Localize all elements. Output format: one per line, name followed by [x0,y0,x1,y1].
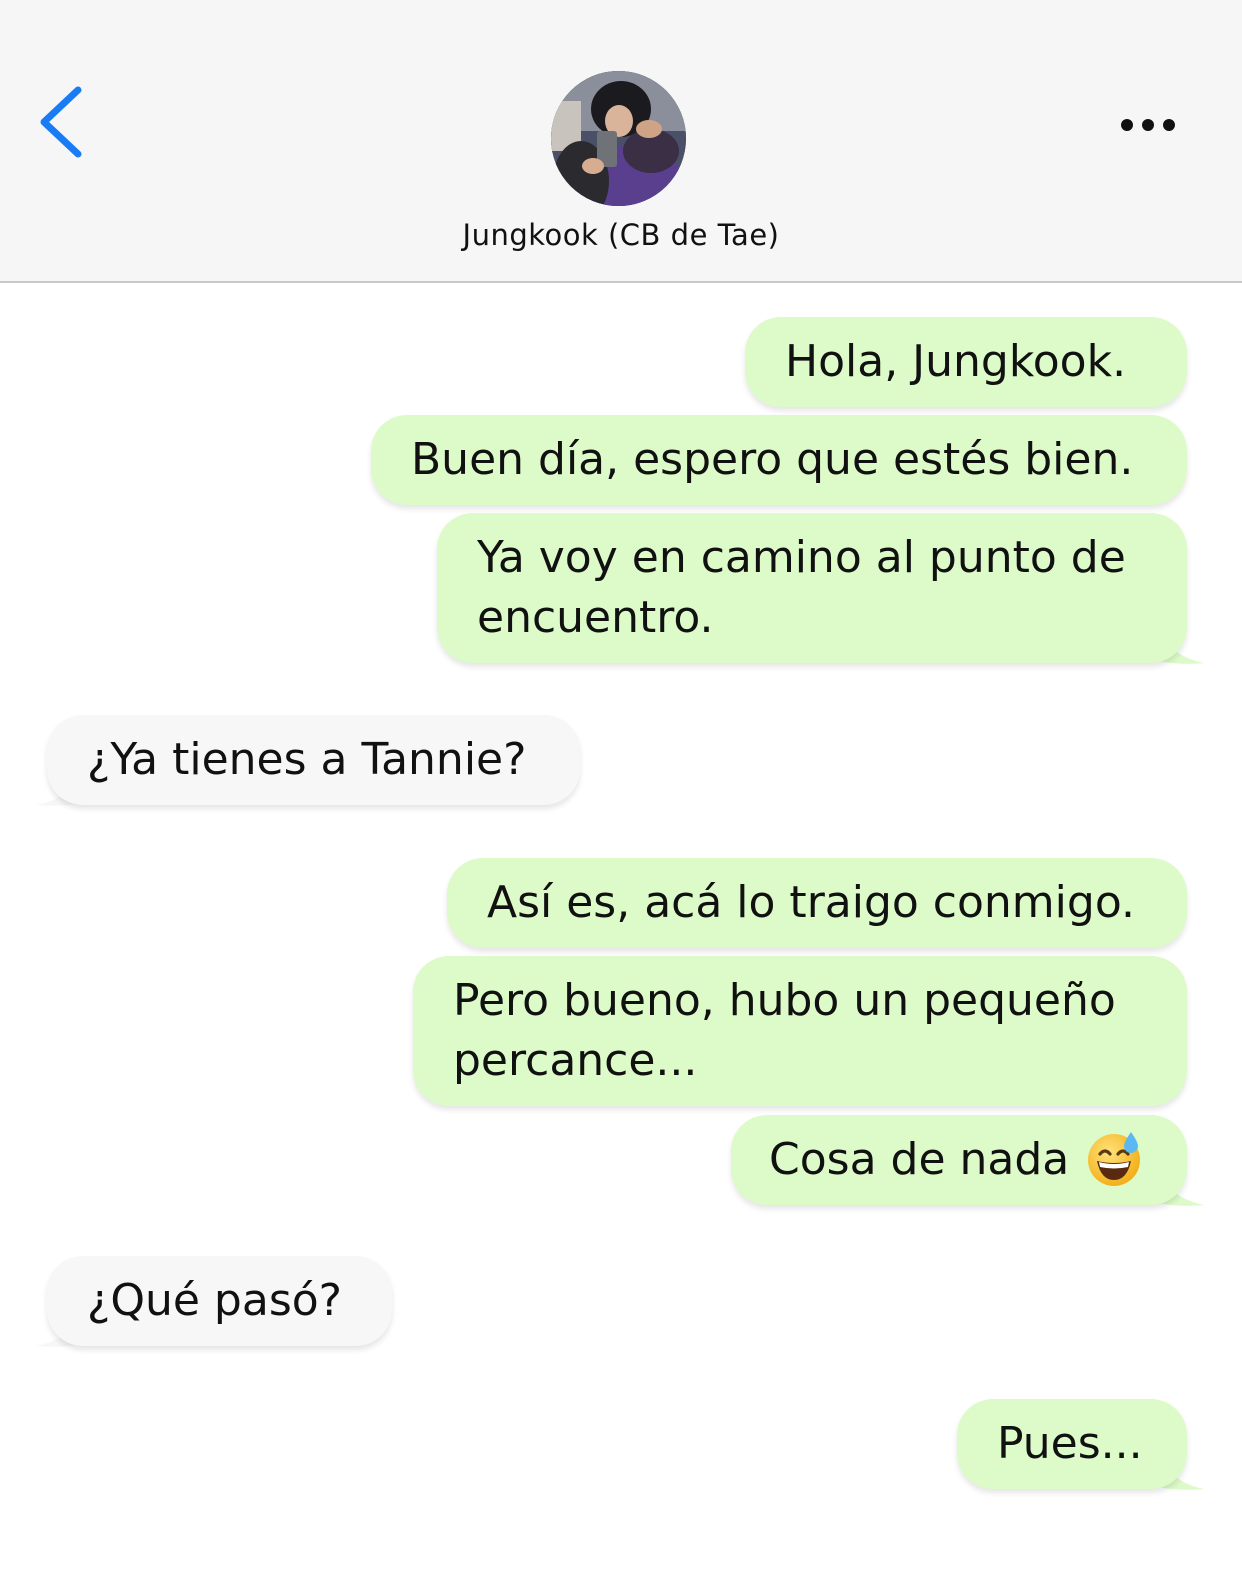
message-text: ¿Ya tienes a Tannie? [87,734,527,785]
chevron-left-icon [40,86,82,158]
back-button[interactable] [30,80,100,170]
message-bubble-outgoing[interactable]: Cosa de nada [731,1115,1187,1205]
more-options-button[interactable] [1110,105,1190,145]
ellipsis-icon [1121,119,1175,131]
message-text: Pues... [997,1418,1143,1469]
message-text: Buen día, espero que estés bien. [411,434,1134,485]
message-text-line: Ya voy en camino al punto de [477,532,1126,583]
message-bubble-outgoing[interactable]: Buen día, espero que estés bien. [371,415,1187,505]
conversation-header: Jungkook (CB de Tae) [0,0,1242,283]
avatar-photo [551,71,686,206]
message-bubble-outgoing[interactable]: Ya voy en camino al punto de encuentro. [437,513,1187,663]
message-text: ¿Qué pasó? [87,1275,343,1326]
message-bubble-outgoing[interactable]: Hola, Jungkook. [745,317,1187,407]
grinning-sweat-emoji [1088,1132,1140,1186]
message-text: Así es, acá lo traigo conmigo. [487,877,1135,928]
message-bubble-incoming[interactable]: ¿Ya tienes a Tannie? [47,715,580,805]
message-bubble-outgoing[interactable]: Pues... [957,1399,1187,1489]
contact-name[interactable]: Jungkook (CB de Tae) [0,218,1242,252]
message-text: Cosa de nada [769,1134,1070,1185]
message-text-line: Pero bueno, hubo un pequeño [453,975,1116,1026]
message-text: Hola, Jungkook. [785,336,1127,387]
message-bubble-outgoing[interactable]: Pero bueno, hubo un pequeño percance... [413,956,1187,1106]
avatar[interactable] [551,71,686,206]
message-bubble-outgoing[interactable]: Así es, acá lo traigo conmigo. [447,858,1187,948]
message-bubble-incoming[interactable]: ¿Qué pasó? [47,1256,392,1346]
message-text-line: encuentro. [477,592,714,643]
message-text-line: percance... [453,1035,698,1086]
